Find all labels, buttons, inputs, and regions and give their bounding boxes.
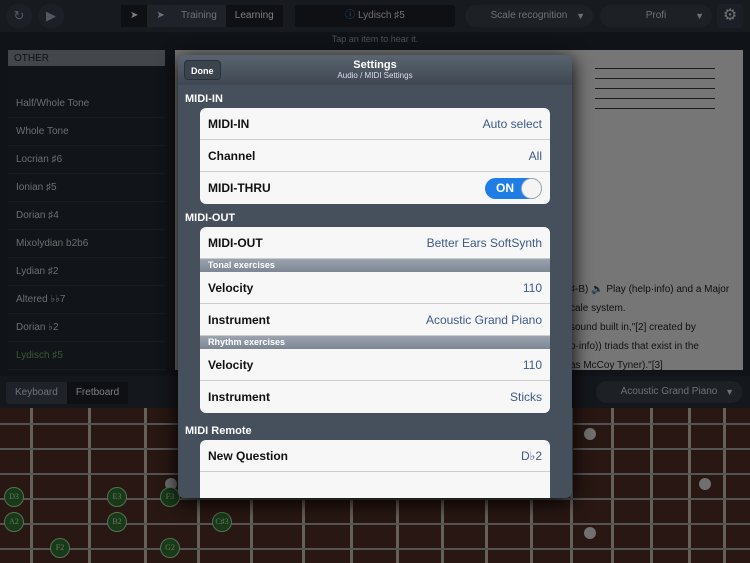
settings-modal: Done Settings Audio / MIDI Settings MIDI… [178, 55, 572, 498]
done-button[interactable]: Done [184, 60, 221, 80]
channel-row[interactable]: Channel All [200, 140, 550, 172]
rhythm-instrument-row[interactable]: Instrument Sticks [200, 381, 550, 413]
midi-remote-group: New Question D♭2 [200, 440, 550, 498]
midi-in-group: MIDI-IN Auto select Channel All MIDI-THRU O… [200, 108, 550, 204]
section-midi-remote: MIDI Remote [185, 425, 252, 437]
section-midi-out: MIDI-OUT [185, 212, 236, 224]
section-midi-in: MIDI-IN [185, 93, 223, 105]
tonal-velocity-row[interactable]: Velocity 110 [200, 272, 550, 304]
midi-thru-toggle[interactable]: ON [485, 177, 542, 199]
rhythm-velocity-row[interactable]: Velocity 110 [200, 349, 550, 381]
modal-subtitle: Audio / MIDI Settings [337, 71, 413, 80]
list-item[interactable] [200, 472, 550, 498]
midi-thru-row: MIDI-THRU ON [200, 172, 550, 204]
midi-in-row[interactable]: MIDI-IN Auto select [200, 108, 550, 140]
toggle-knob [521, 177, 542, 199]
new-question-row[interactable]: New Question D♭2 [200, 440, 550, 472]
midi-out-group: MIDI-OUT Better Ears SoftSynth Tonal exer… [200, 227, 550, 413]
modal-title: Settings [353, 59, 397, 71]
tonal-instrument-row[interactable]: Instrument Acoustic Grand Piano [200, 304, 550, 336]
subheader-rhythm: Rhythm exercises [200, 336, 550, 349]
modal-header: Done Settings Audio / MIDI Settings [178, 55, 572, 85]
midi-out-row[interactable]: MIDI-OUT Better Ears SoftSynth [200, 227, 550, 259]
subheader-tonal: Tonal exercises [200, 259, 550, 272]
